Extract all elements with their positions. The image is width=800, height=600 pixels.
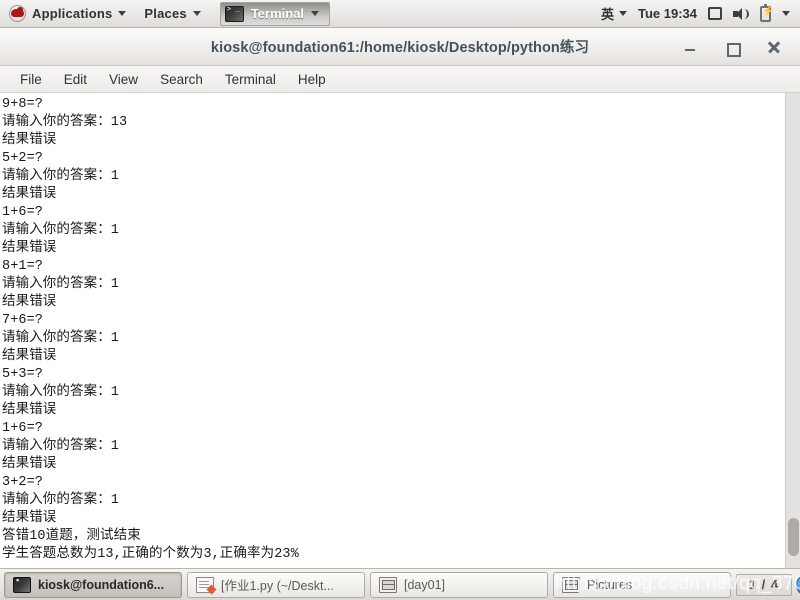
chevron-down-icon xyxy=(192,11,201,16)
terminal-line: 请输入你的答案：1 xyxy=(2,169,120,184)
terminal-line: 请输入你的答案：1 xyxy=(2,223,120,238)
window-titlebar[interactable]: kiosk@foundation61:/home/kiosk/Desktop/p… xyxy=(0,28,800,66)
battery-icon[interactable] xyxy=(760,3,774,22)
menu-edit[interactable]: Edit xyxy=(53,69,98,90)
terminal-line: 9+8=? xyxy=(2,97,44,112)
close-button[interactable] xyxy=(766,39,782,55)
display-icon[interactable] xyxy=(708,7,722,20)
terminal-line: 学生答题总数为13,正确的个数为3,正确率为23% xyxy=(2,547,299,562)
window-list-item-label: Terminal xyxy=(250,6,305,21)
workspace-globe-icon[interactable] xyxy=(796,573,800,596)
top-panel: Applications Places Terminal 英 Tue 19:34 xyxy=(0,0,800,28)
taskbar: kiosk@foundation6... [作业1.py (~/Deskt...… xyxy=(0,568,800,600)
menu-terminal[interactable]: Terminal xyxy=(214,69,287,90)
terminal-body[interactable]: 9+8=? 请输入你的答案：13 结果错误 5+2=? 请输入你的答案：1 结果错误 1+6… xyxy=(0,93,800,568)
terminal-line: 请输入你的答案：1 xyxy=(2,493,120,508)
file-manager-icon xyxy=(379,576,397,593)
terminal-line: 请输入你的答案：13 xyxy=(2,115,128,130)
scrollbar-thumb[interactable] xyxy=(788,518,799,556)
workspace-count-label[interactable]: 1 / 4 xyxy=(736,573,792,596)
taskbar-item-label: Pictures xyxy=(587,577,633,592)
chevron-down-icon xyxy=(618,11,627,16)
terminal-line: 1+6=? xyxy=(2,205,44,220)
places-menu[interactable]: Places xyxy=(135,1,209,27)
terminal-line: 结果错误 xyxy=(2,295,57,310)
terminal-line: 3+2=? xyxy=(2,475,44,490)
terminal-line: 5+2=? xyxy=(2,151,44,166)
file-manager-icon xyxy=(562,576,580,593)
terminal-line: 5+3=? xyxy=(2,367,44,382)
menu-file[interactable]: File xyxy=(9,69,53,90)
taskbar-item-editor[interactable]: [作业1.py (~/Deskt... xyxy=(187,571,365,598)
menu-help[interactable]: Help xyxy=(287,69,337,90)
menu-view[interactable]: View xyxy=(98,69,149,90)
input-method-indicator[interactable]: 英 xyxy=(601,4,627,23)
taskbar-item-label: [作业1.py (~/Deskt... xyxy=(221,579,334,593)
terminal-line: 结果错误 xyxy=(2,511,57,526)
panel-status-area: 英 Tue 19:34 xyxy=(601,3,800,23)
window-title: kiosk@foundation61:/home/kiosk/Desktop/p… xyxy=(210,40,590,56)
input-method-label: 英 xyxy=(600,7,614,22)
menubar: File Edit View Search Terminal Help xyxy=(0,66,800,93)
terminal-line: 7+6=? xyxy=(2,313,44,328)
terminal-line: 结果错误 xyxy=(2,457,57,472)
text-editor-icon xyxy=(196,576,214,593)
window-controls xyxy=(682,28,792,66)
terminal-line: 结果错误 xyxy=(2,187,57,202)
taskbar-item-day01[interactable]: [day01] xyxy=(370,571,548,598)
places-menu-label: Places xyxy=(144,6,187,21)
taskbar-item-label: [day01] xyxy=(404,577,446,592)
menu-search[interactable]: Search xyxy=(149,69,214,90)
terminal-line: 结果错误 xyxy=(2,133,57,148)
terminal-line: 请输入你的答案：1 xyxy=(2,385,120,400)
terminal-scrollbar[interactable] xyxy=(785,93,800,568)
clock[interactable]: Tue 19:34 xyxy=(638,6,697,21)
taskbar-item-label: kiosk@foundation6... xyxy=(38,577,165,592)
terminal-output[interactable]: 9+8=? 请输入你的答案：13 结果错误 5+2=? 请输入你的答案：1 结果错误 1+6… xyxy=(0,93,785,568)
chevron-down-icon[interactable] xyxy=(782,11,790,16)
taskbar-item-terminal[interactable]: kiosk@foundation6... xyxy=(4,571,182,598)
terminal-line: 请输入你的答案：1 xyxy=(2,331,120,346)
applications-menu[interactable]: Applications xyxy=(0,1,135,27)
taskbar-item-pictures[interactable]: Pictures xyxy=(553,571,731,598)
terminal-line: 结果错误 xyxy=(2,241,57,256)
applications-menu-label: Applications xyxy=(32,6,113,21)
terminal-icon xyxy=(13,575,31,593)
terminal-line: 结果错误 xyxy=(2,349,57,364)
workspace-indicator[interactable]: 1 / 4 xyxy=(736,573,800,596)
chevron-down-icon xyxy=(311,11,320,16)
terminal-window: kiosk@foundation61:/home/kiosk/Desktop/p… xyxy=(0,28,800,568)
maximize-button[interactable] xyxy=(724,39,741,57)
terminal-line: 1+6=? xyxy=(2,421,44,436)
minimize-button[interactable] xyxy=(682,39,698,55)
terminal-line: 结果错误 xyxy=(2,403,57,418)
terminal-line: 请输入你的答案：1 xyxy=(2,277,120,292)
terminal-line: 答错10道题，测试结束 xyxy=(2,529,141,544)
terminal-line: 请输入你的答案：1 xyxy=(2,439,120,454)
window-list-item-terminal[interactable]: Terminal xyxy=(219,1,331,26)
volume-icon[interactable] xyxy=(733,7,749,21)
terminal-line: 8+1=? xyxy=(2,259,44,274)
terminal-icon xyxy=(224,5,244,22)
redhat-logo-icon xyxy=(9,5,26,22)
chevron-down-icon xyxy=(118,11,127,16)
